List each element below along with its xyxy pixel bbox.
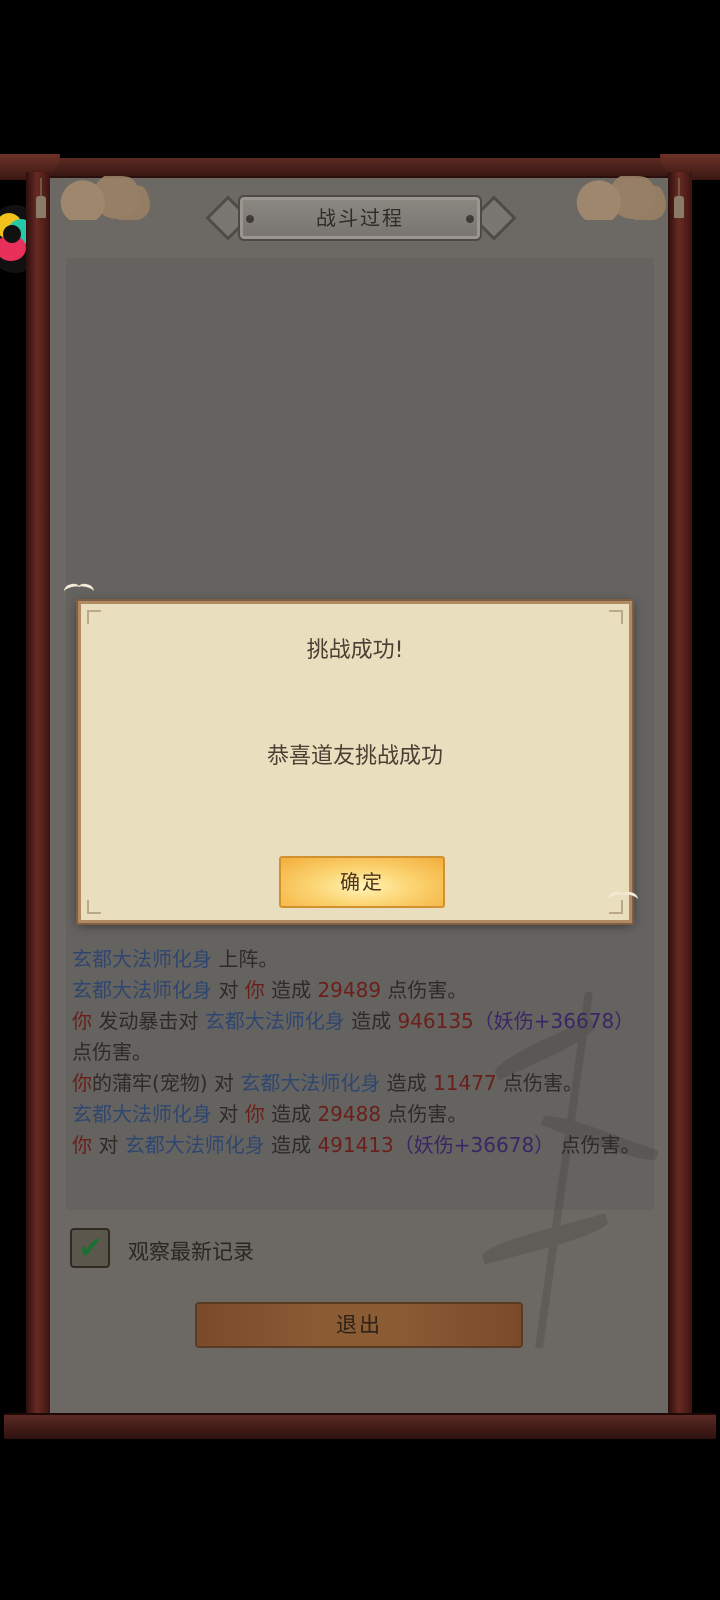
battle-log-segment: 造成 — [344, 1009, 398, 1033]
battle-log-line: 你 发动暴击对 玄都大法师化身 造成 946135（妖伤+36678） 点伤害。 — [72, 1006, 652, 1068]
battle-log-segment: 发动暴击对 — [92, 1009, 205, 1033]
dialog-message: 恭喜道友挑战成功 — [266, 744, 443, 769]
battle-log-segment: （妖伤+36678） — [393, 1133, 555, 1157]
battle-log-segment: 玄都大法师化身 — [72, 947, 212, 971]
plaque-stud — [246, 215, 254, 223]
crane-icon — [608, 892, 642, 906]
battle-log-line: 玄都大法师化身 对 你 造成 29489 点伤害。 — [72, 975, 652, 1006]
battle-log-segment: 你 — [72, 1071, 92, 1095]
battle-log-segment: 的蒲牢(宠物) 对 — [92, 1071, 241, 1095]
watch-latest-checkbox[interactable]: ✔ — [70, 1228, 110, 1268]
battle-log-segment: 玄都大法师化身 — [204, 1009, 345, 1033]
battle-log-segment: 对 — [212, 1102, 245, 1126]
battle-log-segment: 29489 — [317, 978, 382, 1002]
battle-log-line: 玄都大法师化身 对 你 造成 29488 点伤害。 — [72, 1099, 652, 1130]
watch-latest-label: 观察最新记录 — [128, 1240, 254, 1264]
challenge-success-dialog: 挑战成功! 恭喜道友挑战成功 确定 — [76, 599, 634, 925]
battle-log-segment: 对 — [212, 978, 245, 1002]
battle-log-segment: 上阵。 — [212, 947, 279, 971]
battle-log-segment: 造成 — [264, 1133, 318, 1157]
scroll-top-rod — [0, 154, 720, 180]
battle-log: 玄都大法师化身 上阵。 玄都大法师化身 对 你 造成 29489 点伤害。你 发动… — [72, 944, 652, 1161]
battle-log-segment: 你 — [72, 1133, 92, 1157]
battle-log-segment: 491413 — [317, 1133, 394, 1157]
battle-log-segment: 玄都大法师化身 — [72, 1102, 212, 1126]
battle-log-segment: 点伤害。 — [72, 1040, 152, 1064]
plaque-stud — [466, 215, 474, 223]
battle-log-segment: 946135 — [397, 1009, 474, 1033]
battle-log-segment: 点伤害。 — [496, 1071, 584, 1095]
battle-log-segment: 造成 — [380, 1071, 434, 1095]
battle-log-segment: 对 — [92, 1133, 125, 1157]
battle-log-segment: 11477 — [433, 1071, 497, 1095]
cloud-ornament-icon — [54, 176, 150, 220]
exit-button[interactable]: 退出 — [195, 1302, 523, 1348]
dialog-title: 挑战成功! — [306, 638, 404, 663]
battle-log-segment: 造成 — [264, 978, 318, 1002]
battle-log-segment: 玄都大法师化身 — [124, 1133, 265, 1157]
battle-log-segment: 造成 — [264, 1102, 318, 1126]
battle-log-segment: 你 — [72, 1009, 92, 1033]
battle-log-segment: 29488 — [317, 1102, 382, 1126]
panel-title-plaque: 战斗过程 — [238, 195, 482, 241]
confirm-button[interactable]: 确定 — [279, 856, 445, 908]
battle-log-segment: （妖伤+36678） — [473, 1009, 635, 1033]
battle-log-segment: 你 — [244, 978, 265, 1002]
crane-icon — [64, 584, 98, 598]
battle-log-line: 玄都大法师化身 上阵。 — [72, 944, 652, 975]
lantern-icon — [674, 178, 684, 222]
battle-log-segment: 点伤害。 — [554, 1133, 641, 1157]
panel-title: 战斗过程 — [316, 206, 404, 230]
battle-log-segment: 玄都大法师化身 — [240, 1071, 381, 1095]
battle-log-segment: 点伤害。 — [381, 1102, 468, 1126]
scroll-left-pillar — [26, 172, 50, 1414]
battle-log-segment: 你 — [244, 1102, 265, 1126]
scroll-bottom-rod — [4, 1413, 716, 1439]
checkmark-icon: ✔ — [78, 1231, 104, 1266]
lantern-icon — [36, 178, 46, 222]
battle-log-line: 你的蒲牢(宠物) 对 玄都大法师化身 造成 11477 点伤害。 — [72, 1068, 652, 1099]
cloud-ornament-icon — [570, 176, 666, 220]
scroll-right-pillar — [668, 172, 692, 1414]
battle-log-segment: 玄都大法师化身 — [72, 978, 212, 1002]
battle-log-segment: 点伤害。 — [381, 978, 468, 1002]
battle-log-line: 你 对 玄都大法师化身 造成 491413（妖伤+36678） 点伤害。 — [72, 1130, 652, 1161]
